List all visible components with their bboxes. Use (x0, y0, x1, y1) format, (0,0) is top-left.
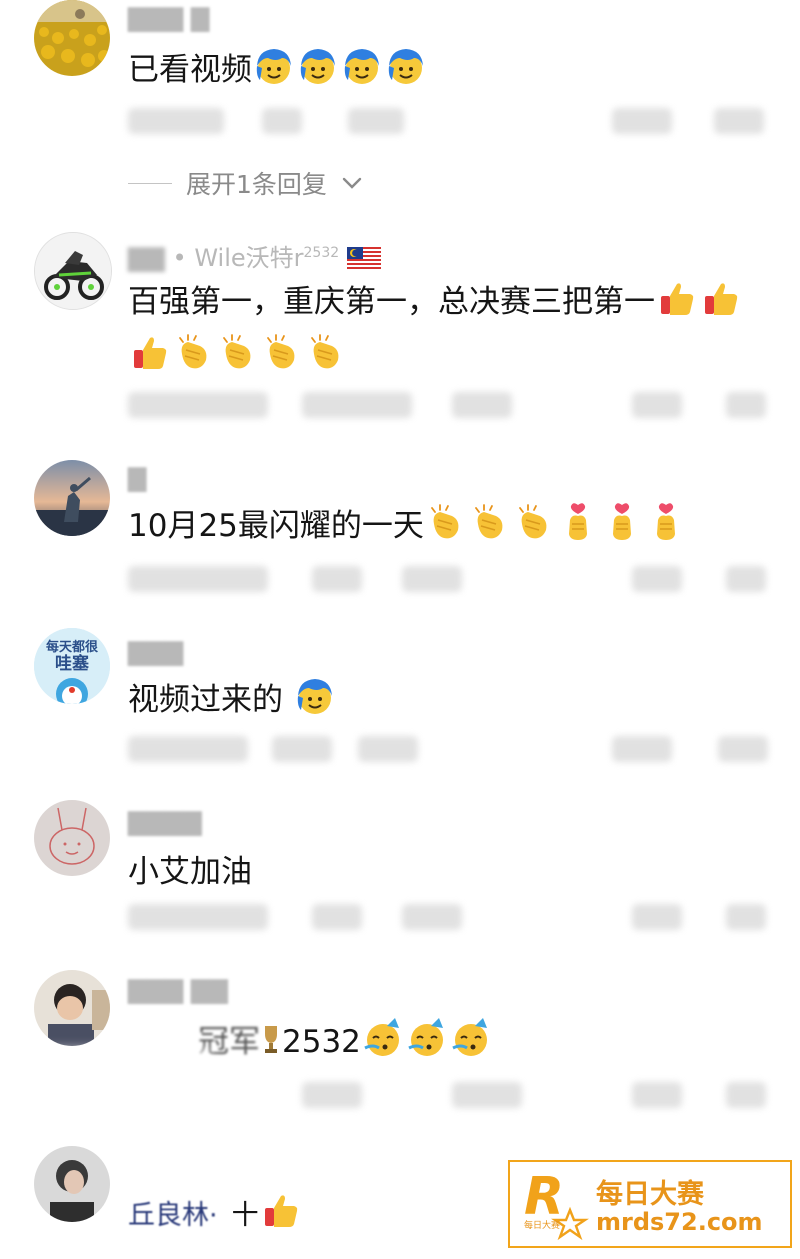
comment-text-label: 小艾加油 (128, 854, 252, 890)
blue-hair-face-icon (256, 49, 291, 84)
expand-replies-button[interactable]: 展开1条回复 (128, 165, 363, 201)
clapping-hands-icon (519, 504, 547, 539)
divider (128, 182, 172, 184)
comment-text-label: 2532 (282, 1024, 361, 1060)
comment-text: 视频过来的 (128, 674, 337, 726)
comment-text-label: 视频过来的 (128, 682, 283, 718)
finger-heart-icon (612, 503, 631, 540)
comment-text: 10月25最闪耀的一天 (128, 500, 688, 552)
avatar[interactable] (34, 970, 110, 1046)
blur-patch (10, 1050, 210, 1130)
avatar[interactable] (34, 232, 112, 310)
flower-field-avatar-icon (34, 0, 110, 76)
trophy-icon (265, 1026, 277, 1053)
comment-text-label: 已看视频 (128, 52, 252, 88)
comment-text: 已看视频 (128, 44, 428, 96)
avatar[interactable]: 每天都很 哇塞 (34, 628, 110, 704)
malaysia-flag-icon (346, 247, 381, 269)
username[interactable]: ▇▇ • Wile沃特r2532 (128, 238, 381, 273)
avatar[interactable] (34, 0, 110, 76)
comment-text: 丘良林· 十 (128, 1190, 303, 1242)
avatar[interactable] (34, 460, 110, 536)
sunset-beach-avatar-icon (34, 460, 110, 536)
person-avatar-icon (34, 1146, 110, 1222)
username[interactable]: ▇▇▇ ▇ (128, 4, 209, 32)
comment-meta-row (122, 558, 780, 602)
comment-meta-row (122, 384, 780, 428)
clapping-hands-icon (179, 334, 207, 369)
comment-text-label: 10月25最闪耀的一天 (128, 508, 424, 544)
party-face-icon (408, 1018, 443, 1056)
comment-text-label: 百强第一，重庆第一，总决赛三把第一 (128, 284, 655, 320)
thumbs-up-icon (264, 1195, 297, 1227)
username-label: • Wile沃特r (172, 244, 304, 272)
avatar[interactable] (34, 800, 110, 876)
svg-text:每日大赛: 每日大赛 (524, 1219, 560, 1231)
comment-meta-row (122, 896, 780, 940)
party-face-icon (452, 1018, 487, 1056)
avatar[interactable] (34, 1146, 110, 1222)
thumbs-up-icon (661, 283, 694, 315)
rabbit-drawing-avatar-icon (34, 800, 110, 876)
clapping-hands-icon (431, 504, 459, 539)
clapping-hands-icon (475, 504, 503, 539)
clapping-hands-icon (223, 334, 251, 369)
watermark-badge: R 每日大赛 每日大赛 mrds72.com (508, 1160, 792, 1248)
clapping-hands-icon (267, 334, 295, 369)
username-superscript: 2532 (303, 245, 340, 261)
watermark-url: mrds72.com (596, 1208, 763, 1236)
watermark-title: 每日大赛 (596, 1179, 704, 1210)
comment-text-line2 (128, 330, 348, 382)
comment-text: 百强第一，重庆第一，总决赛三把第一 (128, 276, 743, 328)
blue-hair-face-icon (388, 49, 423, 84)
clapping-hands-icon (311, 334, 339, 369)
blue-hair-face-icon (300, 49, 335, 84)
comment-text-prefix: 丘良林· (128, 1200, 218, 1231)
comment-meta-row (122, 728, 780, 772)
party-face-icon (364, 1018, 399, 1056)
thumbs-up-icon (134, 337, 167, 369)
child-avatar-icon (34, 970, 110, 1046)
comment-text: 小艾加油 (128, 846, 252, 898)
avatar-text-line2: 哇塞 (55, 654, 89, 674)
username[interactable]: ▇ (128, 464, 146, 492)
blue-hair-face-icon (297, 679, 332, 714)
finger-heart-icon (568, 503, 587, 540)
comment-text-label: 十 (231, 1200, 259, 1231)
brand-logo-icon: R 每日大赛 (524, 1167, 589, 1241)
comment-meta-row (122, 1074, 780, 1118)
expand-replies-label: 展开1条回复 (186, 170, 327, 199)
chevron-down-icon (342, 177, 362, 189)
comment-meta-row (122, 100, 780, 144)
blue-hair-face-icon (344, 49, 379, 84)
motorcycle-avatar-icon (35, 233, 111, 309)
username[interactable]: ▇▇▇▇ (128, 808, 202, 836)
thumbs-up-icon (705, 283, 738, 315)
username[interactable]: ▇▇▇ ▇▇ (128, 976, 228, 1004)
username[interactable]: ▇▇▇ (128, 638, 183, 666)
logo-letter: R (524, 1167, 564, 1227)
finger-heart-icon (656, 503, 675, 540)
